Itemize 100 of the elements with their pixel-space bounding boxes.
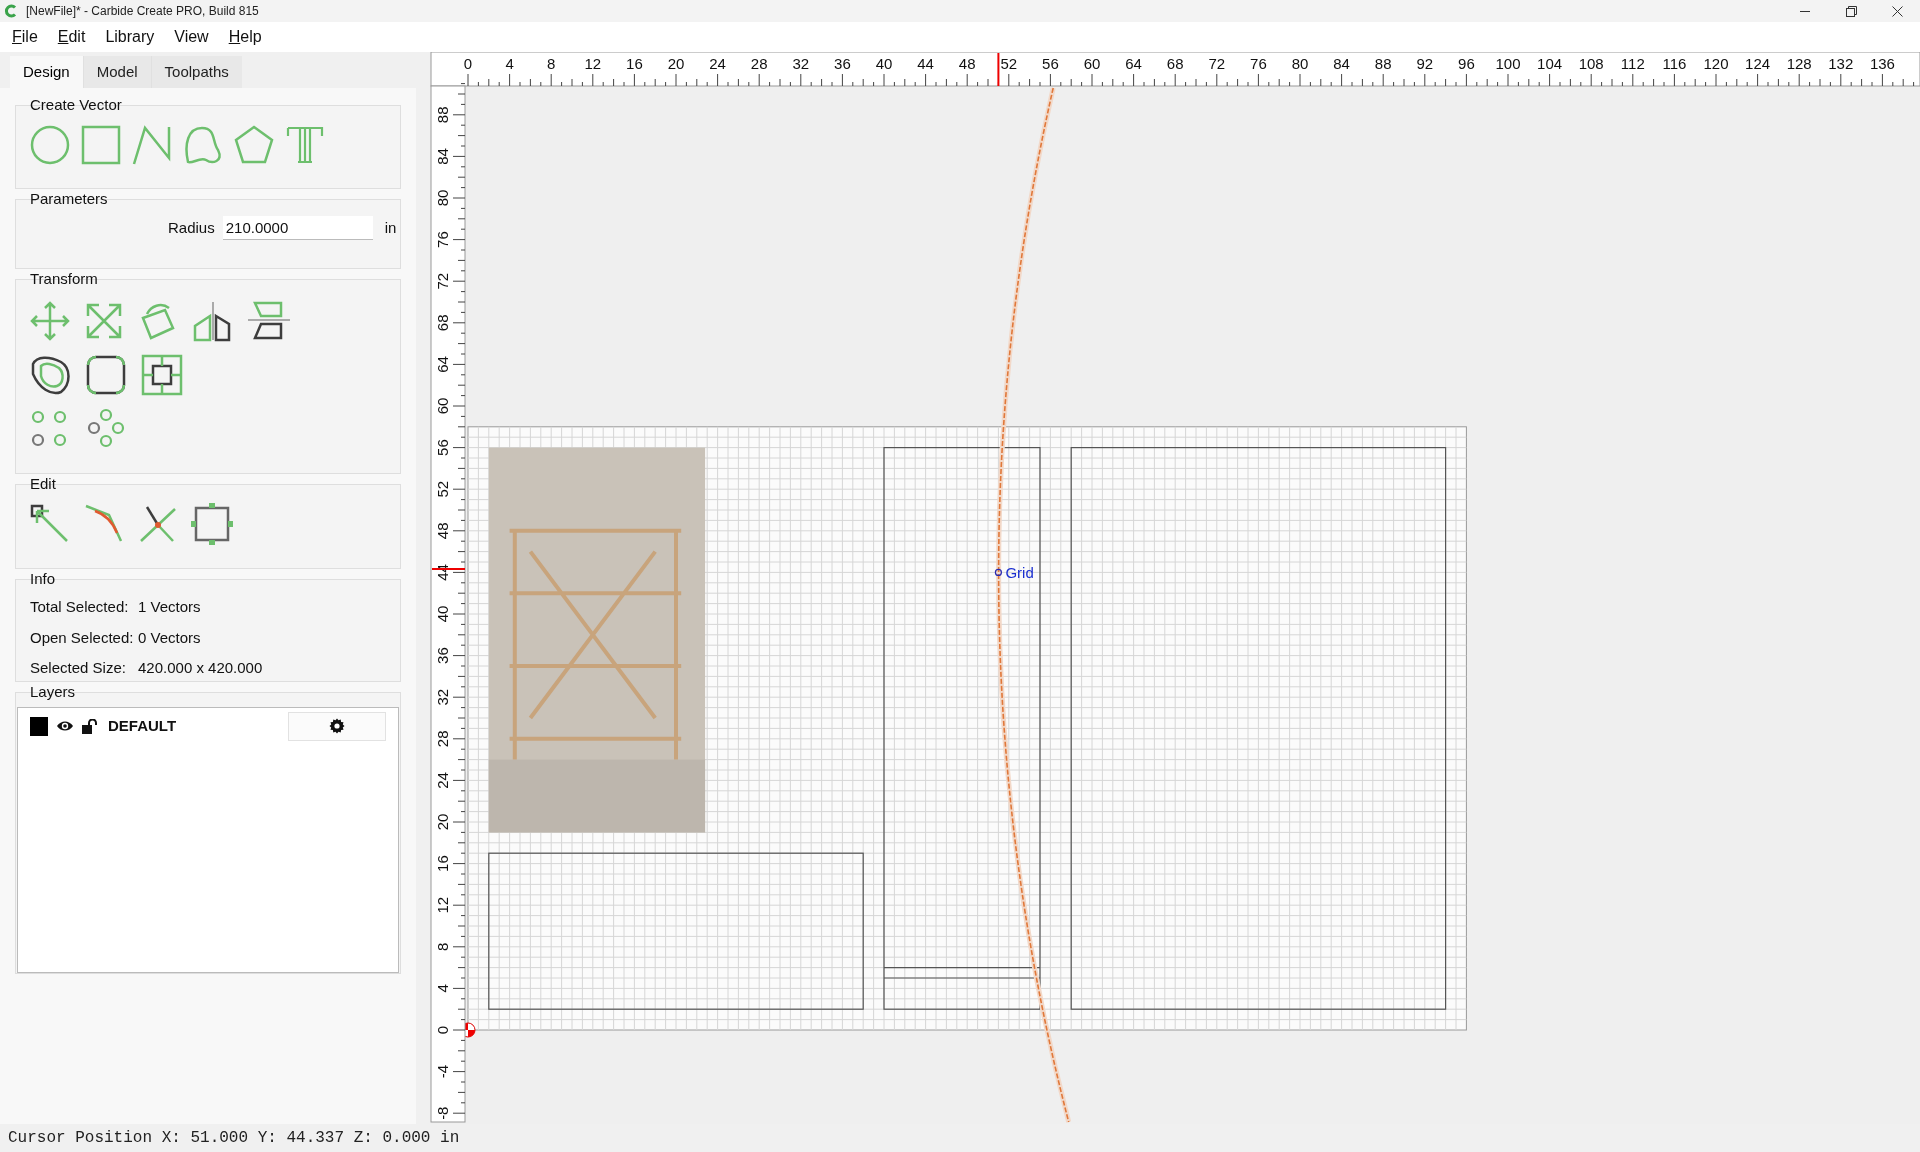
move-icon[interactable]	[29, 300, 71, 342]
ruler-label: 128	[1786, 55, 1812, 72]
ruler-label: 64	[434, 356, 451, 373]
ruler-label: 40	[875, 55, 893, 72]
unit-label: in	[384, 217, 397, 238]
ruler-label: 56	[1042, 55, 1059, 72]
group-title: Edit	[30, 475, 56, 493]
ruler-label: 32	[792, 55, 810, 72]
info-value: 420.000 x 420.000	[138, 658, 263, 678]
minimize-icon	[1800, 10, 1810, 12]
menu-item[interactable]: File	[2, 22, 48, 52]
ruler-label: 132	[1828, 55, 1854, 72]
ruler-label: 92	[1416, 55, 1434, 72]
ruler-label: 68	[434, 314, 451, 332]
menu-item[interactable]: View	[164, 22, 219, 52]
ruler-label: 84	[434, 148, 451, 165]
ruler-label: 88	[434, 106, 451, 124]
info-label: Total Selected:	[30, 597, 130, 617]
ruler-label: -4	[434, 1064, 451, 1079]
group-title: Transform	[30, 270, 98, 288]
window-title: [NewFile]* - Carbide Create PRO, Build 815	[26, 3, 259, 20]
ruler-label: 4	[434, 984, 451, 993]
group-title: Layers	[30, 683, 76, 701]
restore-icon	[1845, 5, 1857, 17]
info-value: 0 Vectors	[138, 627, 201, 648]
ruler-label: 28	[434, 730, 451, 748]
curve-tool-icon[interactable]	[182, 124, 224, 166]
ruler-label: 12	[434, 896, 451, 914]
status-bar-text: Cursor Position X: 51.000 Y: 44.337 Z: 0.000 in	[8, 1128, 460, 1149]
ruler-label: 124	[1745, 55, 1771, 72]
offset-icon[interactable]	[29, 354, 71, 396]
snap-label: Grid	[1005, 564, 1034, 582]
field-label: Radius	[168, 217, 215, 238]
menu-item[interactable]: Help	[218, 22, 272, 52]
tab[interactable]: Toolpaths	[150, 56, 242, 88]
layer-name: DEFAULT	[108, 715, 177, 736]
ruler-label: 56	[434, 439, 451, 456]
circular-array-icon[interactable]	[85, 408, 127, 450]
ruler-label: 8	[434, 942, 451, 951]
layer-color-swatch[interactable]	[30, 716, 48, 736]
fillet-icon[interactable]	[85, 354, 127, 396]
group-title: Create Vector	[30, 96, 122, 114]
ruler-label: 28	[750, 55, 768, 72]
ruler-label: 0	[463, 55, 473, 72]
ruler-label: 36	[434, 647, 451, 664]
ruler-label: 104	[1537, 55, 1563, 72]
ruler-label: 12	[584, 55, 602, 72]
ruler-label: 52	[1000, 55, 1018, 72]
bounding-box-icon[interactable]	[191, 503, 233, 545]
ruler-label: 72	[434, 272, 451, 290]
radius-field[interactable]: 210.0000	[222, 216, 373, 240]
ruler-label: 80	[434, 189, 451, 207]
text-tool-icon[interactable]	[284, 124, 326, 166]
ruler-label: 60	[1083, 55, 1101, 72]
circle-tool-icon[interactable]	[29, 124, 71, 166]
polyline-tool-icon[interactable]	[131, 124, 173, 166]
info-value: 1 Vectors	[138, 597, 201, 617]
ruler-label: 96	[1458, 55, 1475, 72]
align-icon[interactable]	[141, 354, 183, 396]
ruler-label: 80	[1291, 55, 1309, 72]
ruler-label: 108	[1578, 55, 1604, 72]
app-logo-icon	[4, 4, 18, 18]
ruler-label: 120	[1703, 55, 1729, 72]
ruler-label: 32	[434, 688, 451, 706]
snap-point-icon	[994, 568, 1002, 576]
ruler-label: 0	[434, 1025, 451, 1035]
open-padlock-icon[interactable]	[82, 718, 98, 734]
ruler-label: 52	[434, 480, 451, 498]
ruler-label: 48	[434, 522, 451, 540]
info-label: Selected Size:	[30, 658, 127, 678]
ruler-label: 76	[434, 231, 451, 248]
ruler-label: 100	[1495, 55, 1521, 72]
tab[interactable]: Design	[10, 56, 83, 88]
rectangle-tool-icon[interactable]	[80, 124, 122, 166]
ruler-label: 4	[505, 55, 514, 72]
ruler-label: 68	[1166, 55, 1184, 72]
ruler-label: 20	[434, 813, 451, 831]
ruler-label: 112	[1620, 55, 1645, 72]
ruler-label: -8	[434, 1106, 451, 1120]
eye-icon[interactable]	[56, 720, 74, 732]
ruler-label: 16	[626, 55, 643, 72]
ruler-label: 84	[1333, 55, 1350, 72]
polygon-tool-icon[interactable]	[233, 124, 275, 166]
ruler-label: 8	[547, 55, 556, 72]
layer-settings-button[interactable]	[288, 711, 386, 741]
ruler-label: 136	[1869, 55, 1895, 72]
ruler-label: 64	[1125, 55, 1142, 72]
ruler-label: 24	[434, 772, 451, 789]
tab[interactable]: Model	[82, 56, 151, 88]
ruler-label: 48	[958, 55, 976, 72]
ruler-label: 40	[434, 605, 451, 623]
ruler-label: 60	[434, 397, 451, 415]
ruler-label: 88	[1374, 55, 1392, 72]
ruler-label: 72	[1208, 55, 1226, 72]
menu-item[interactable]: Edit	[47, 22, 96, 52]
ruler-label: 36	[834, 55, 851, 72]
mirror-vertical-icon[interactable]	[247, 300, 291, 342]
settings-icon	[329, 718, 345, 734]
info-label: Open Selected:	[30, 627, 135, 648]
menu-item[interactable]: Library	[95, 22, 165, 52]
